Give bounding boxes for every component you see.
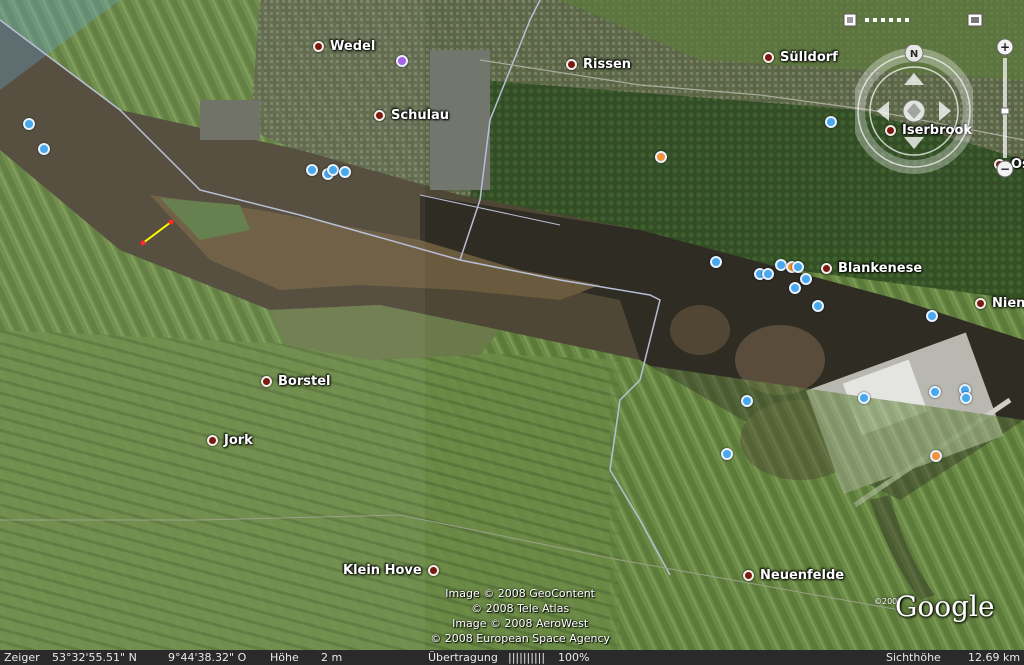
place-rissen[interactable]: Rissen bbox=[566, 57, 631, 72]
place-kleinhove[interactable]: Klein Hove bbox=[343, 563, 439, 578]
zoom-thumb bbox=[1000, 107, 1010, 115]
place-neuenfelde[interactable]: Neuenfelde bbox=[743, 568, 844, 583]
poi-marker-icon[interactable] bbox=[710, 256, 722, 268]
zoom-slider[interactable]: + − bbox=[996, 38, 1014, 178]
poi-marker-icon[interactable] bbox=[741, 395, 753, 407]
poi-marker-icon[interactable] bbox=[960, 392, 972, 404]
poi-marker-icon[interactable] bbox=[792, 261, 804, 273]
poi-marker-icon[interactable] bbox=[655, 151, 667, 163]
poi-marker-icon[interactable] bbox=[23, 118, 35, 130]
place-nien[interactable]: Nien bbox=[975, 296, 1024, 311]
dots-icon[interactable] bbox=[865, 18, 909, 22]
poi-marker-icon[interactable] bbox=[396, 55, 408, 67]
poi-marker-icon[interactable] bbox=[762, 268, 774, 280]
poi-marker-icon[interactable] bbox=[327, 164, 339, 176]
poi-marker-icon[interactable] bbox=[812, 300, 824, 312]
google-logo: Google bbox=[895, 590, 995, 623]
navigation-control[interactable]: N bbox=[855, 45, 973, 175]
place-schulau[interactable]: Schulau bbox=[374, 108, 449, 123]
credit-line: © 2008 European Space Agency bbox=[430, 632, 610, 645]
streaming-bar: |||||||||| bbox=[508, 651, 546, 664]
credit-line: Image © 2008 GeoContent bbox=[445, 587, 595, 600]
height-value: 2 m bbox=[321, 651, 343, 664]
eye-altitude-label: Sichthöhe bbox=[886, 651, 941, 664]
height-label: Höhe bbox=[270, 651, 299, 664]
poi-marker-icon[interactable] bbox=[800, 273, 812, 285]
longitude-readout: 9°44'38.32" O bbox=[168, 651, 247, 664]
look-left-icon bbox=[877, 101, 889, 121]
place-blankenese[interactable]: Blankenese bbox=[821, 261, 922, 276]
place-marker-icon bbox=[763, 52, 774, 63]
latitude-readout: 53°32'55.51" N bbox=[52, 651, 137, 664]
place-borstel[interactable]: Borstel bbox=[261, 374, 330, 389]
poi-marker-icon[interactable] bbox=[929, 386, 941, 398]
sun-icon[interactable] bbox=[843, 13, 857, 27]
credit-line: © 2008 Tele Atlas bbox=[471, 602, 570, 615]
place-marker-icon bbox=[427, 565, 439, 576]
view-toggle-bar bbox=[843, 13, 983, 27]
svg-text:−: − bbox=[1000, 162, 1010, 176]
status-bar: Zeiger 53°32'55.51" N 9°44'38.32" O Höhe… bbox=[0, 650, 1024, 665]
eye-altitude-value: 12.69 km bbox=[968, 651, 1021, 664]
place-marker-icon bbox=[743, 570, 754, 581]
place-marker-icon bbox=[207, 435, 218, 446]
poi-marker-icon[interactable] bbox=[38, 143, 50, 155]
imagery-credits: Image © 2008 GeoContent © 2008 Tele Atla… bbox=[430, 586, 610, 646]
poi-marker-icon[interactable] bbox=[789, 282, 801, 294]
poi-marker-icon[interactable] bbox=[306, 164, 318, 176]
look-right-icon bbox=[939, 101, 951, 121]
place-marker-icon bbox=[975, 298, 986, 309]
svg-text:+: + bbox=[1000, 40, 1010, 54]
place-marker-icon bbox=[374, 110, 385, 121]
look-down-icon bbox=[904, 137, 924, 149]
place-jork[interactable]: Jork bbox=[207, 433, 253, 448]
place-marker-icon bbox=[566, 59, 577, 70]
place-marker-icon bbox=[821, 263, 832, 274]
layout-icon[interactable] bbox=[967, 13, 983, 27]
poi-marker-icon[interactable] bbox=[930, 450, 942, 462]
place-marker-icon bbox=[261, 376, 272, 387]
place-sulldorf[interactable]: Sülldorf bbox=[763, 50, 838, 65]
credit-line: Image © 2008 AeroWest bbox=[452, 617, 589, 630]
streaming-label: Übertragung bbox=[428, 651, 498, 664]
poi-marker-icon[interactable] bbox=[339, 166, 351, 178]
map-view[interactable]: Wedel Schulau Rissen Sülldorf Iserbrook … bbox=[0, 0, 1024, 665]
streaming-percent: 100% bbox=[558, 651, 590, 664]
poi-marker-icon[interactable] bbox=[721, 448, 733, 460]
poi-marker-icon[interactable] bbox=[858, 392, 870, 404]
place-wedel[interactable]: Wedel bbox=[313, 39, 375, 54]
place-marker-icon bbox=[313, 41, 324, 52]
look-up-icon bbox=[904, 73, 924, 85]
pointer-label: Zeiger bbox=[4, 651, 40, 664]
poi-marker-icon[interactable] bbox=[926, 310, 938, 322]
svg-text:N: N bbox=[910, 49, 918, 60]
poi-marker-icon[interactable] bbox=[825, 116, 837, 128]
